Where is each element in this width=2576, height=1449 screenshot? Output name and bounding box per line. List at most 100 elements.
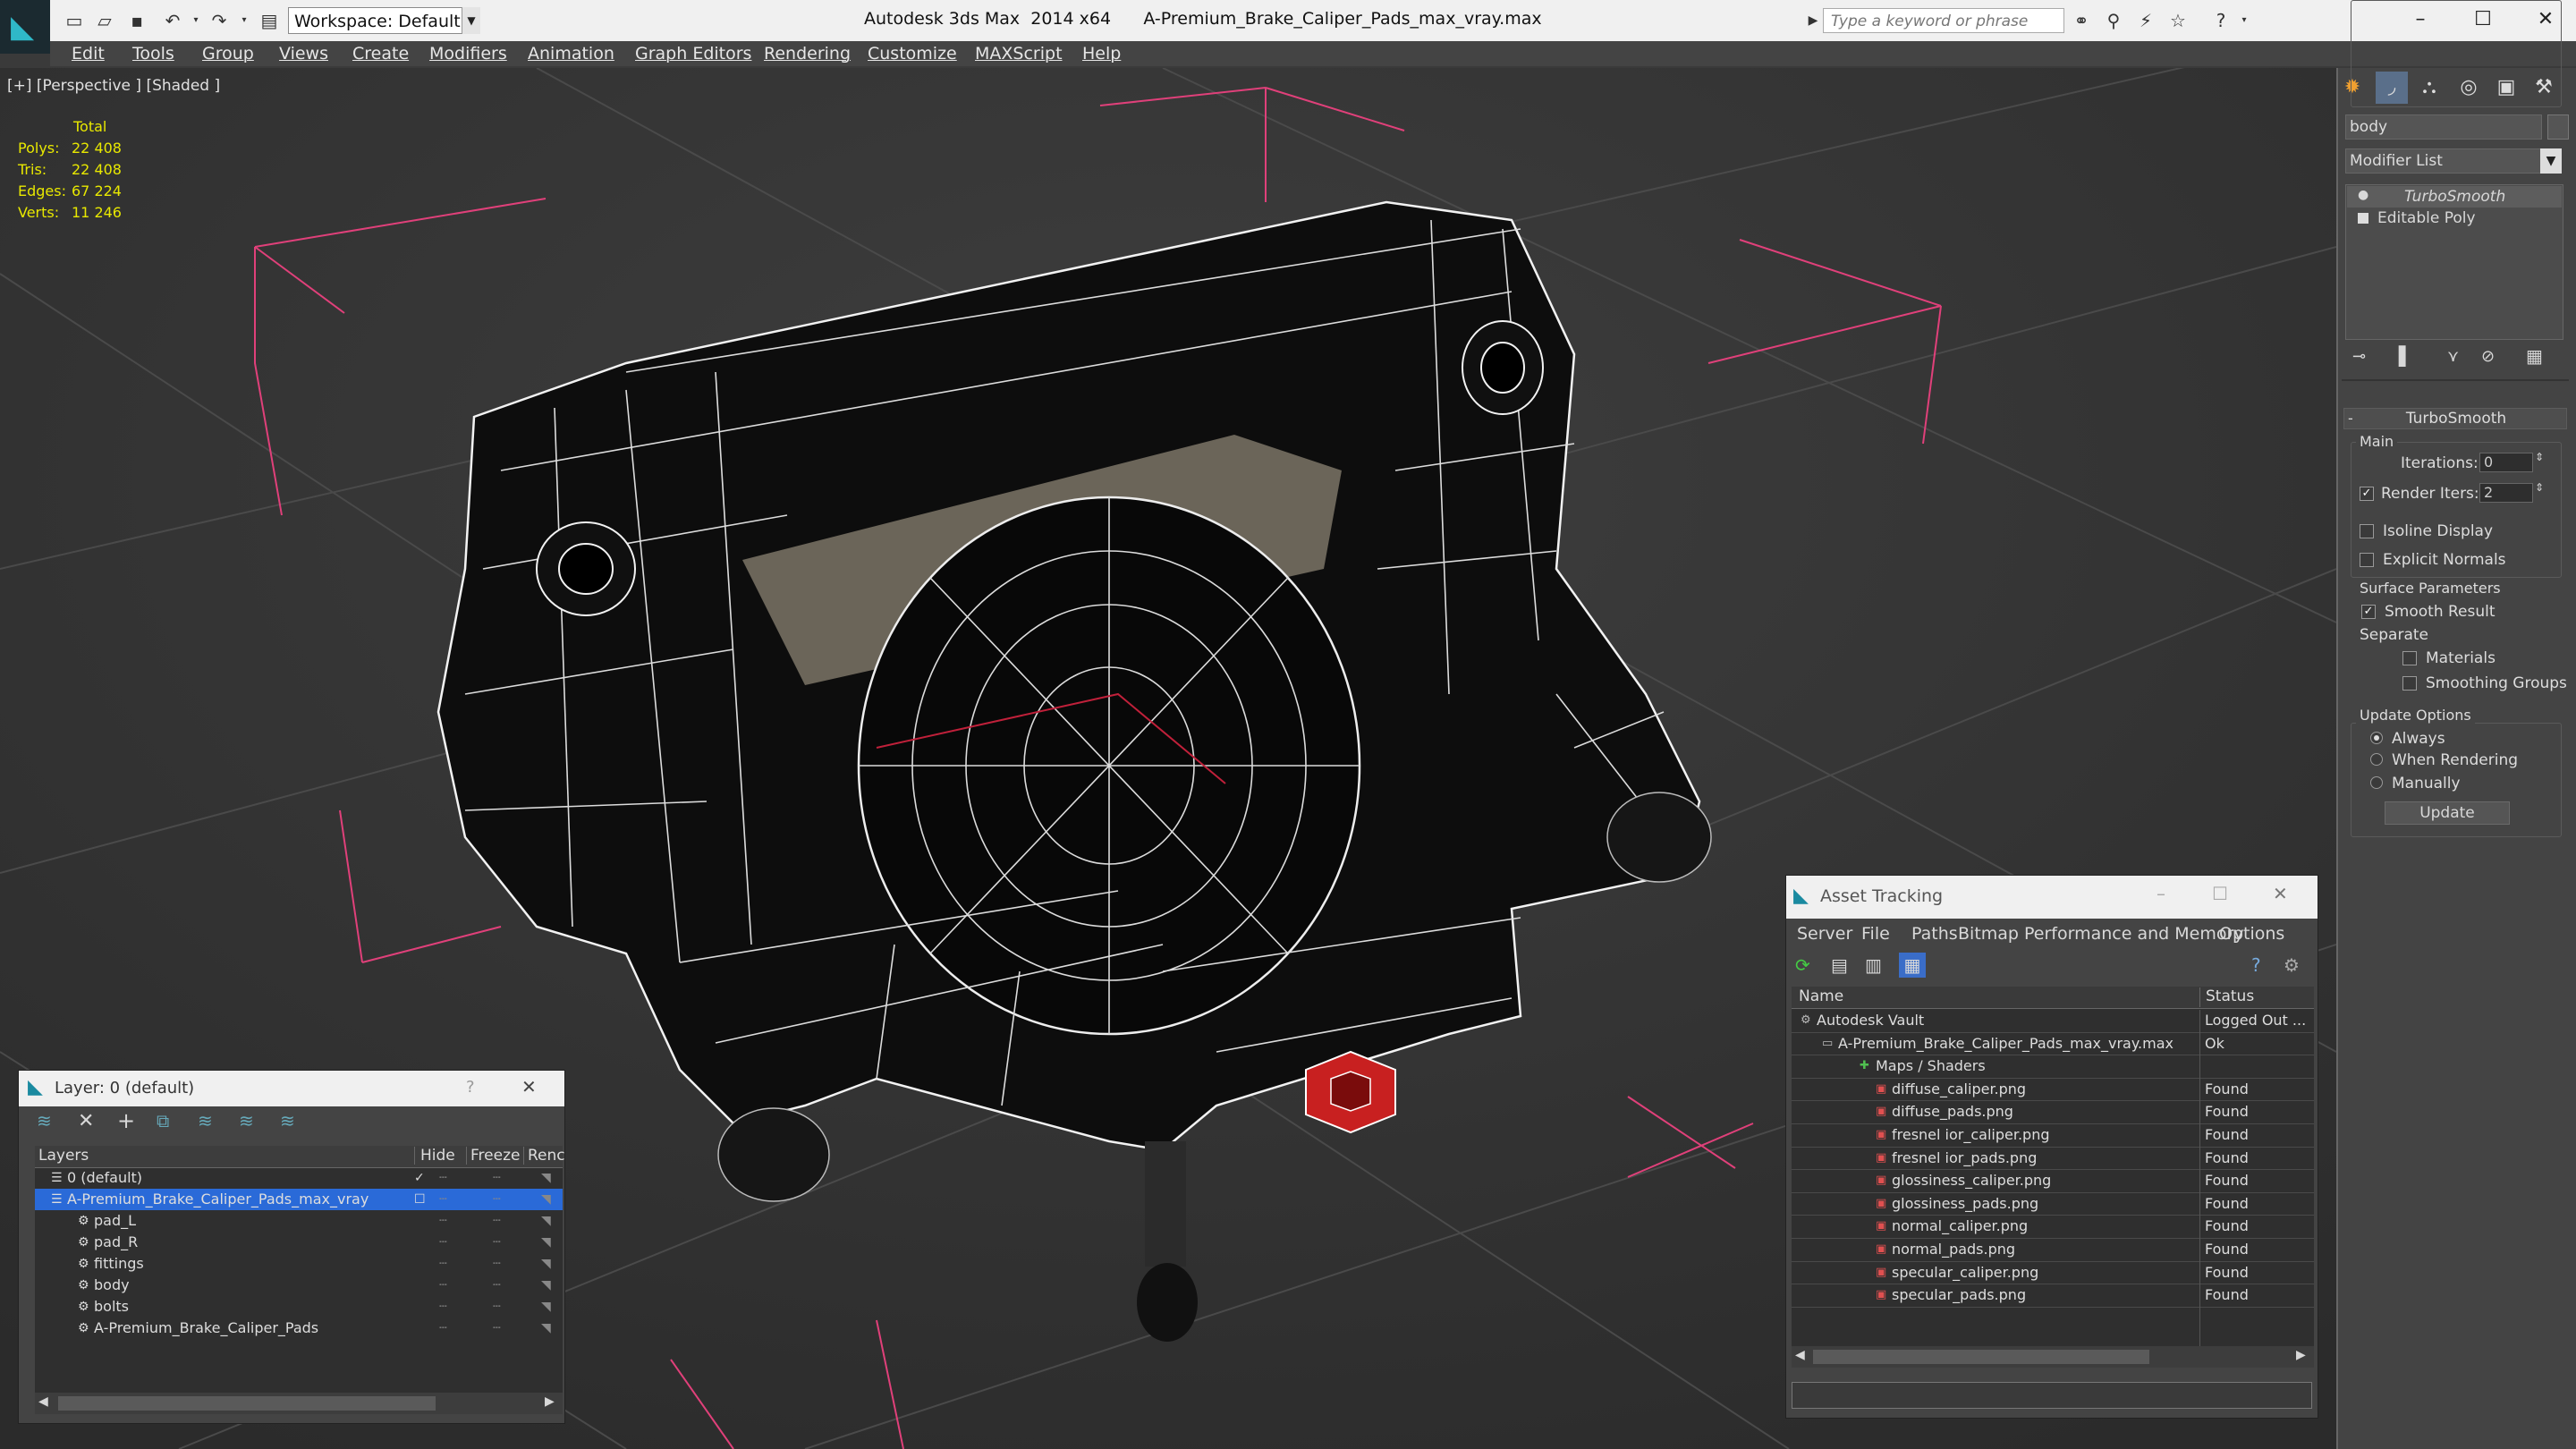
- layer-row[interactable]: ⚙ A-Premium_Brake_Caliper_Pads ┄ ┄ ◥: [35, 1318, 563, 1339]
- layer-row[interactable]: ⚙ fittings ┄ ┄ ◥: [35, 1253, 563, 1275]
- redo-icon[interactable]: ↷: [208, 9, 231, 32]
- column-layers[interactable]: Layers: [38, 1147, 89, 1165]
- minimize-icon[interactable]: –: [2157, 883, 2165, 904]
- search-expand-icon[interactable]: ▶: [1801, 9, 1825, 32]
- favorites-star-icon[interactable]: ☆: [2166, 9, 2190, 32]
- object-color-swatch[interactable]: [2547, 114, 2569, 140]
- render-toggle-icon[interactable]: ◥: [541, 1296, 551, 1318]
- configure-sets-icon[interactable]: ▦: [2526, 345, 2543, 367]
- redo-dropdown-icon[interactable]: ▾: [233, 9, 256, 32]
- menu-maxscript[interactable]: MAXScript: [975, 43, 1063, 64]
- render-toggle-icon[interactable]: ◥: [541, 1275, 551, 1296]
- pin-stack-icon[interactable]: ⊸: [2352, 347, 2366, 366]
- asset-row[interactable]: ▣ fresnel ior_pads.png Found: [1792, 1148, 2314, 1171]
- object-name-field[interactable]: body: [2345, 114, 2542, 140]
- scroll-left-icon[interactable]: ◀: [1795, 1348, 1805, 1362]
- hide-toggle-icon[interactable]: ┄: [439, 1253, 446, 1275]
- update-button[interactable]: Update: [2385, 801, 2510, 825]
- menu-graph-editors[interactable]: Graph Editors: [635, 43, 751, 64]
- render-toggle-icon[interactable]: ◥: [541, 1232, 551, 1253]
- scrollbar-thumb[interactable]: [58, 1396, 436, 1411]
- render-toggle-icon[interactable]: ◥: [541, 1210, 551, 1232]
- layer-row[interactable]: ⚙ bolts ┄ ┄ ◥: [35, 1296, 563, 1318]
- add-icon[interactable]: +: [117, 1108, 135, 1133]
- asset-row[interactable]: ▣ glossiness_caliper.png Found: [1792, 1170, 2314, 1193]
- freeze-toggle-icon[interactable]: ┄: [493, 1210, 500, 1232]
- chevron-down-icon[interactable]: ▼: [2540, 148, 2562, 174]
- delete-icon[interactable]: ✕: [78, 1110, 94, 1132]
- freeze-all-icon[interactable]: ≋: [280, 1110, 295, 1131]
- menu-views[interactable]: Views: [279, 43, 328, 64]
- hide-toggle-icon[interactable]: ┄: [439, 1167, 446, 1189]
- asset-row[interactable]: ▣ normal_caliper.png Found: [1792, 1216, 2314, 1239]
- viewport-label[interactable]: [+] [Perspective ] [Shaded ]: [7, 77, 220, 95]
- new-file-icon[interactable]: ▭: [63, 9, 86, 32]
- binoculars-icon[interactable]: ⚭: [2070, 9, 2093, 32]
- render-toggle-icon[interactable]: ◥: [541, 1318, 551, 1339]
- asset-row[interactable]: ▣ normal_pads.png Found: [1792, 1239, 2314, 1262]
- menu-rendering[interactable]: Rendering: [764, 43, 851, 64]
- menu-help[interactable]: Help: [1082, 43, 1121, 64]
- render-iters-spinner[interactable]: 2: [2479, 483, 2533, 503]
- freeze-toggle-icon[interactable]: ┄: [493, 1253, 500, 1275]
- menu-tools[interactable]: Tools: [132, 43, 174, 64]
- hide-toggle-icon[interactable]: ┄: [439, 1210, 446, 1232]
- layer-name[interactable]: 0 (default): [67, 1167, 142, 1189]
- layer-name[interactable]: body: [94, 1275, 130, 1296]
- spinner-arrows-icon[interactable]: ⇕: [2535, 451, 2544, 463]
- column-freeze[interactable]: Freeze: [466, 1147, 520, 1165]
- render-toggle-icon[interactable]: ◥: [541, 1167, 551, 1189]
- asset-menu-bitmap-performance[interactable]: Bitmap Performance and Memory: [1958, 924, 2244, 944]
- help-icon[interactable]: ?: [2209, 9, 2233, 32]
- always-radio[interactable]: [2370, 732, 2383, 744]
- column-status[interactable]: Status: [2199, 987, 2254, 1007]
- scroll-left-icon[interactable]: ◀: [38, 1394, 48, 1409]
- help-dropdown-icon[interactable]: ▾: [2233, 9, 2256, 32]
- chevron-down-icon[interactable]: ▼: [462, 7, 480, 34]
- asset-horizontal-scrollbar[interactable]: ◀ ▶: [1792, 1346, 2314, 1368]
- scrollbar-thumb[interactable]: [1813, 1350, 2149, 1364]
- show-end-result-icon[interactable]: ▌: [2399, 345, 2412, 367]
- menu-customize[interactable]: Customize: [868, 43, 957, 64]
- asset-row[interactable]: ✚ Maps / Shaders: [1792, 1055, 2314, 1079]
- asset-path-field[interactable]: [1792, 1382, 2312, 1409]
- expand-plus-icon[interactable]: [2358, 213, 2368, 224]
- menu-modifiers[interactable]: Modifiers: [429, 43, 507, 64]
- refresh-icon[interactable]: ⟳: [1795, 954, 1810, 976]
- current-layer-icon[interactable]: ✓: [414, 1167, 425, 1189]
- layer-name[interactable]: fittings: [94, 1253, 144, 1275]
- hide-toggle-icon[interactable]: ┄: [439, 1232, 446, 1253]
- freeze-toggle-icon[interactable]: ┄: [493, 1296, 500, 1318]
- menu-edit[interactable]: Edit: [72, 43, 105, 64]
- hide-toggle-icon[interactable]: ┄: [439, 1189, 446, 1210]
- save-file-icon[interactable]: ▪: [125, 9, 148, 32]
- menu-animation[interactable]: Animation: [528, 43, 614, 64]
- layer-row[interactable]: ⚙ pad_R ┄ ┄ ◥: [35, 1232, 563, 1253]
- workspace-select[interactable]: Workspace: Default: [288, 7, 479, 34]
- scroll-right-icon[interactable]: ▶: [545, 1394, 555, 1409]
- project-folder-icon[interactable]: ▤: [258, 9, 281, 32]
- layer-name[interactable]: pad_L: [94, 1210, 136, 1232]
- undo-dropdown-icon[interactable]: ▾: [184, 9, 208, 32]
- asset-row[interactable]: ▣ glossiness_pads.png Found: [1792, 1193, 2314, 1216]
- smoothing-groups-checkbox[interactable]: [2402, 676, 2417, 691]
- layer-row[interactable]: ☰ 0 (default) ✓ ┄ ┄ ◥: [35, 1167, 563, 1189]
- asset-row[interactable]: ⚙ Autodesk Vault Logged Out ...: [1792, 1010, 2314, 1033]
- column-hide[interactable]: Hide: [414, 1147, 455, 1165]
- current-layer-icon[interactable]: ☐: [414, 1189, 426, 1210]
- freeze-toggle-icon[interactable]: ┄: [493, 1189, 500, 1210]
- maximize-icon[interactable]: ☐: [2212, 883, 2228, 904]
- smooth-result-checkbox[interactable]: ✓: [2361, 605, 2376, 619]
- layer-name[interactable]: pad_R: [94, 1232, 138, 1253]
- highlight-layer-icon[interactable]: ≋: [198, 1110, 213, 1131]
- spinner-arrows-icon[interactable]: ⇕: [2535, 481, 2544, 494]
- subscription-icon[interactable]: ⚲: [2102, 9, 2125, 32]
- asset-row[interactable]: ▭ A-Premium_Brake_Caliper_Pads_max_vray.m…: [1792, 1033, 2314, 1056]
- freeze-toggle-icon[interactable]: ┄: [493, 1275, 500, 1296]
- explicit-normals-checkbox[interactable]: [2360, 553, 2374, 567]
- help-icon[interactable]: ?: [2251, 954, 2261, 976]
- freeze-toggle-icon[interactable]: ┄: [493, 1318, 500, 1339]
- tree-view-icon[interactable]: ▥: [1865, 954, 1882, 976]
- app-logo[interactable]: ◣: [0, 0, 50, 54]
- isoline-display-checkbox[interactable]: [2360, 524, 2374, 538]
